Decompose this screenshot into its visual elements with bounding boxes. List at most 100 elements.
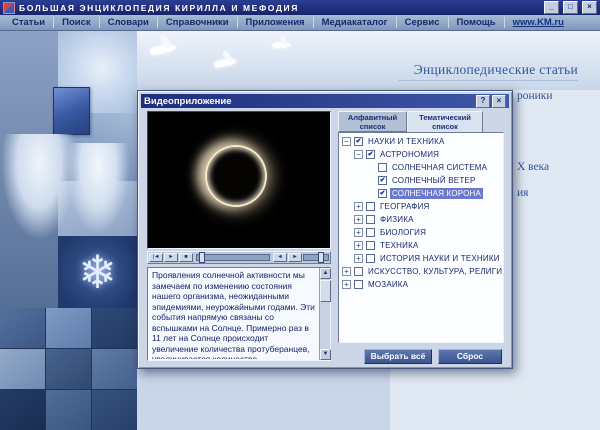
tree-item-label: ТЕХНИКА bbox=[378, 240, 420, 251]
expand-spacer bbox=[366, 176, 375, 185]
collage-tile bbox=[0, 390, 45, 430]
scroll-up-icon[interactable]: ▲ bbox=[320, 268, 331, 279]
expand-icon[interactable]: + bbox=[354, 228, 363, 237]
expand-icon[interactable]: + bbox=[342, 267, 351, 276]
tree-item-astronomy[interactable]: − ✔ АСТРОНОМИЯ bbox=[339, 148, 503, 161]
expand-icon[interactable]: + bbox=[354, 254, 363, 263]
checkbox[interactable] bbox=[354, 280, 363, 289]
app-icon bbox=[3, 2, 15, 14]
tab-label: список bbox=[408, 123, 482, 132]
tab-label: список bbox=[339, 123, 406, 132]
seek-slider[interactable] bbox=[196, 254, 270, 261]
checkbox[interactable] bbox=[378, 163, 387, 172]
section-link-fragment-century[interactable]: X века bbox=[517, 161, 549, 173]
checkbox[interactable] bbox=[366, 241, 375, 250]
collapse-icon[interactable]: − bbox=[342, 137, 351, 146]
checkbox[interactable] bbox=[366, 215, 375, 224]
volume-down-icon[interactable]: ◄ bbox=[273, 253, 287, 262]
heading-rule bbox=[398, 80, 578, 81]
checkbox[interactable]: ✔ bbox=[354, 137, 363, 146]
menu-item-search[interactable]: Поиск bbox=[54, 17, 100, 28]
reset-button[interactable]: Сброс bbox=[438, 349, 502, 364]
km-cube-logo bbox=[53, 87, 90, 135]
description-panel: Проявления солнечной активности мы замеч… bbox=[147, 267, 331, 361]
dove-image bbox=[214, 54, 240, 68]
scroll-down-icon[interactable]: ▼ bbox=[320, 349, 331, 360]
collage-photo-statues bbox=[58, 181, 137, 236]
tab-alphabetical-list[interactable]: Алфавитный список bbox=[338, 111, 407, 132]
menu-item-applications[interactable]: Приложения bbox=[238, 17, 314, 28]
checkbox[interactable] bbox=[354, 267, 363, 276]
menu-item-dictionaries[interactable]: Словари bbox=[100, 17, 158, 28]
checkbox[interactable] bbox=[366, 228, 375, 237]
tree-item-physics[interactable]: + ФИЗИКА bbox=[339, 213, 503, 226]
checkbox[interactable] bbox=[366, 202, 375, 211]
player-control-bar: |◄ ► ■ ◄ ► bbox=[147, 251, 331, 264]
tree-item-sciences[interactable]: − ✔ НАУКИ И ТЕХНИКА bbox=[339, 135, 503, 148]
play-icon[interactable]: ► bbox=[164, 253, 178, 262]
expand-icon[interactable]: + bbox=[354, 215, 363, 224]
menu-bar: Статьи Поиск Словари Справочники Приложе… bbox=[0, 15, 600, 31]
select-all-button[interactable]: Выбрать всё bbox=[364, 349, 432, 364]
prev-frame-icon[interactable]: |◄ bbox=[149, 253, 163, 262]
collage-tile bbox=[92, 349, 137, 389]
tree-item-label: ИСТОРИЯ НАУКИ И ТЕХНИКИ bbox=[378, 253, 502, 264]
tree-item-geography[interactable]: + ГЕОГРАФИЯ bbox=[339, 200, 503, 213]
expand-icon[interactable]: + bbox=[342, 280, 351, 289]
collapse-icon[interactable]: − bbox=[354, 150, 363, 159]
collage-tile bbox=[0, 349, 45, 389]
scrollbar[interactable]: ▲ ▼ bbox=[319, 268, 330, 360]
menu-item-help[interactable]: Помощь bbox=[449, 17, 505, 28]
menu-item-articles[interactable]: Статьи bbox=[4, 17, 54, 28]
tree-item-solar-corona[interactable]: ✔ СОЛНЕЧНАЯ КОРОНА bbox=[339, 187, 503, 200]
tree-item-history-of-science[interactable]: + ИСТОРИЯ НАУКИ И ТЕХНИКИ bbox=[339, 252, 503, 265]
section-link-fragment[interactable]: ия bbox=[517, 187, 528, 199]
window-titlebar[interactable]: БОЛЬШАЯ ЭНЦИКЛОПЕДИЯ КИРИЛЛА И МЕФОДИЯ _… bbox=[0, 0, 600, 15]
collage-tile bbox=[92, 308, 137, 348]
tree-item-solar-wind[interactable]: ✔ СОЛНЕЧНЫЙ ВЕТЕР bbox=[339, 174, 503, 187]
expand-icon[interactable]: + bbox=[354, 202, 363, 211]
tree-item-solar-system[interactable]: СОЛНЕЧНАЯ СИСТЕМА bbox=[339, 161, 503, 174]
collage-tile bbox=[0, 308, 45, 348]
video-application-dialog: Видеоприложение ? × |◄ ► ■ ◄ ► Проявлени… bbox=[137, 90, 513, 369]
checkbox[interactable]: ✔ bbox=[378, 176, 387, 185]
collage-tile bbox=[46, 349, 91, 389]
volume-slider[interactable] bbox=[303, 254, 329, 261]
dialog-close-button[interactable]: × bbox=[492, 95, 506, 108]
collage-top-band bbox=[137, 31, 600, 90]
tree-item-technics[interactable]: + ТЕХНИКА bbox=[339, 239, 503, 252]
checkbox[interactable] bbox=[366, 254, 375, 263]
tree-item-label: ФИЗИКА bbox=[378, 214, 416, 225]
maximize-button[interactable]: □ bbox=[563, 1, 578, 14]
menu-item-reference[interactable]: Справочники bbox=[158, 17, 238, 28]
tree-item-art-culture-religion[interactable]: + ИСКУССТВО, КУЛЬТУРА, РЕЛИГИЯ bbox=[339, 265, 503, 278]
menu-link-km-ru[interactable]: www.KM.ru bbox=[505, 17, 572, 28]
snowflake-image: ❄ bbox=[58, 236, 137, 308]
dialog-help-button[interactable]: ? bbox=[476, 95, 490, 108]
tree-item-label: ИСКУССТВО, КУЛЬТУРА, РЕЛИГИЯ bbox=[366, 266, 504, 277]
expand-icon[interactable]: + bbox=[354, 241, 363, 250]
tree-item-label: СОЛНЕЧНАЯ СИСТЕМА bbox=[390, 162, 489, 173]
dialog-titlebar[interactable]: Видеоприложение ? × bbox=[141, 94, 509, 108]
tree-item-label: СОЛНЕЧНАЯ КОРОНА bbox=[390, 188, 483, 199]
checkbox[interactable]: ✔ bbox=[378, 189, 387, 198]
collage-tile bbox=[92, 390, 137, 430]
menu-item-service[interactable]: Сервис bbox=[397, 17, 449, 28]
volume-up-icon[interactable]: ► bbox=[288, 253, 302, 262]
description-text: Проявления солнечной активности мы замеч… bbox=[152, 270, 316, 359]
stop-icon[interactable]: ■ bbox=[179, 253, 193, 262]
close-button[interactable]: × bbox=[582, 1, 597, 14]
tree-item-label: БИОЛОГИЯ bbox=[378, 227, 428, 238]
section-link-fragment-chronicles[interactable]: роники bbox=[517, 90, 553, 102]
volume-thumb[interactable] bbox=[318, 252, 324, 263]
tree-item-label: АСТРОНОМИЯ bbox=[378, 149, 441, 160]
tree-item-biology[interactable]: + БИОЛОГИЯ bbox=[339, 226, 503, 239]
minimize-button[interactable]: _ bbox=[544, 1, 559, 14]
tab-thematic-list[interactable]: Тематический список bbox=[407, 111, 483, 133]
menu-item-mediacatalog[interactable]: Медиакаталог bbox=[314, 17, 397, 28]
scroll-thumb[interactable] bbox=[320, 280, 331, 302]
section-link-articles[interactable]: Энциклопедические статьи bbox=[414, 62, 578, 78]
checkbox[interactable]: ✔ bbox=[366, 150, 375, 159]
tree-item-mosaic[interactable]: + МОЗАИКА bbox=[339, 278, 503, 291]
seek-thumb[interactable] bbox=[199, 252, 205, 263]
